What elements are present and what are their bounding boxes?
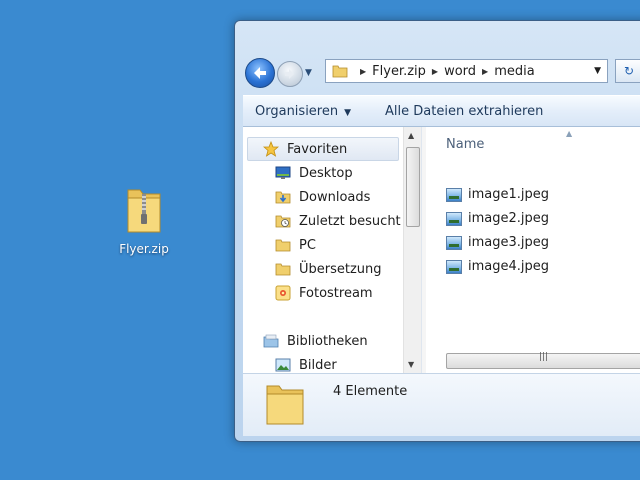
nav-pane-scrollbar[interactable]: ▲ ▼	[403, 127, 421, 373]
column-header-name[interactable]: Name	[446, 137, 484, 152]
content-area: Favoriten Desktop Downloads Zuletzt besu…	[243, 127, 640, 373]
file-list-horizontal-scrollbar[interactable]: |||	[446, 352, 640, 369]
scroll-down-icon[interactable]: ▼	[408, 360, 414, 369]
nav-item-pictures[interactable]: Bilder	[275, 355, 337, 373]
navigation-pane: Favoriten Desktop Downloads Zuletzt besu…	[243, 127, 421, 373]
item-count: 4 Elemente	[333, 384, 408, 399]
libraries-icon	[263, 333, 279, 349]
refresh-button[interactable]: ↻	[615, 59, 640, 83]
nav-item-desktop[interactable]: Desktop	[275, 163, 353, 183]
folder-icon	[265, 382, 305, 426]
pc-folder-icon	[275, 237, 291, 253]
jpeg-file-icon	[446, 187, 462, 202]
address-dropdown-icon[interactable]: ▼	[594, 66, 601, 76]
folder-icon	[332, 64, 348, 78]
zip-folder-icon	[124, 184, 164, 236]
nav-item-label: Downloads	[299, 189, 371, 205]
organize-label: Organisieren	[255, 103, 339, 119]
nav-item-label: Zuletzt besucht	[299, 213, 401, 229]
organize-button[interactable]: Organisieren ▼	[243, 104, 363, 119]
jpeg-file-icon	[446, 259, 462, 274]
breadcrumb-separator-icon[interactable]: ▶	[432, 67, 438, 76]
back-button[interactable]	[245, 58, 275, 88]
downloads-folder-icon	[275, 189, 291, 205]
chevron-down-icon: ▼	[344, 107, 352, 118]
file-item[interactable]: image2.jpeg	[446, 211, 549, 226]
file-name: image3.jpeg	[468, 235, 550, 250]
nav-item-translation[interactable]: Übersetzung	[275, 259, 382, 279]
jpeg-file-icon	[446, 211, 462, 226]
scroll-up-icon[interactable]: ▲	[408, 131, 414, 140]
breadcrumb-item-media[interactable]: media	[494, 64, 535, 79]
nav-item-downloads[interactable]: Downloads	[275, 187, 370, 207]
breadcrumb-item-flyer-zip[interactable]: Flyer.zip	[372, 64, 426, 79]
scrollbar-grip-icon: |||	[539, 352, 549, 362]
file-item[interactable]: image1.jpeg	[446, 187, 549, 202]
file-item[interactable]: image4.jpeg	[446, 259, 549, 274]
arrow-right-icon	[285, 69, 294, 79]
history-dropdown-icon[interactable]: ▼	[305, 68, 312, 78]
nav-item-label: Bilder	[299, 357, 337, 373]
breadcrumb-separator-icon[interactable]: ▶	[482, 67, 488, 76]
address-bar[interactable]: ▶ Flyer.zip ▶ word ▶ media ▼	[325, 59, 608, 83]
nav-item-label: Bibliotheken	[287, 333, 368, 349]
nav-item-label: PC	[299, 237, 316, 253]
recent-places-icon	[275, 213, 291, 229]
pictures-icon	[275, 357, 291, 373]
file-list: ▲ Name image1.jpeg image2.jpeg image3.jp…	[426, 127, 640, 373]
command-bar: Organisieren ▼ Alle Dateien extrahieren	[243, 95, 640, 127]
details-pane: 4 Elemente	[243, 373, 640, 436]
folder-icon	[275, 261, 291, 277]
file-item[interactable]: image3.jpeg	[446, 235, 549, 250]
nav-item-photostream[interactable]: Fotostream	[275, 283, 373, 303]
desktop-icon	[275, 165, 291, 181]
nav-item-label: Favoriten	[287, 141, 348, 157]
navigation-bar: ▼ ▶ Flyer.zip ▶ word ▶ media ▼ ↻	[243, 55, 640, 89]
photostream-icon	[275, 285, 291, 301]
explorer-window: ▼ ▶ Flyer.zip ▶ word ▶ media ▼ ↻ Organis…	[234, 20, 640, 442]
file-name: image2.jpeg	[468, 211, 550, 226]
star-icon	[262, 140, 280, 157]
nav-item-label: Übersetzung	[299, 261, 382, 277]
sort-ascending-icon: ▲	[566, 129, 573, 138]
nav-item-pc[interactable]: PC	[275, 235, 316, 255]
nav-item-libraries[interactable]: Bibliotheken	[263, 331, 368, 351]
nav-item-label: Desktop	[299, 165, 353, 181]
desktop-icon-label: Flyer.zip	[119, 242, 169, 256]
refresh-icon: ↻	[623, 64, 635, 78]
arrow-left-icon	[254, 67, 266, 79]
extract-all-button[interactable]: Alle Dateien extrahieren	[373, 104, 555, 119]
breadcrumb-item-word[interactable]: word	[444, 64, 476, 79]
file-name: image4.jpeg	[468, 259, 550, 274]
scrollbar-thumb[interactable]	[406, 147, 420, 227]
nav-item-favorites[interactable]: Favoriten	[262, 139, 348, 159]
desktop-icon-flyer-zip[interactable]: Flyer.zip	[108, 184, 180, 256]
nav-item-label: Fotostream	[299, 285, 373, 301]
forward-button[interactable]	[277, 61, 303, 87]
breadcrumb-separator-icon[interactable]: ▶	[360, 67, 366, 76]
jpeg-file-icon	[446, 235, 462, 250]
file-name: image1.jpeg	[468, 187, 550, 202]
nav-item-recent-places[interactable]: Zuletzt besucht	[275, 211, 401, 231]
